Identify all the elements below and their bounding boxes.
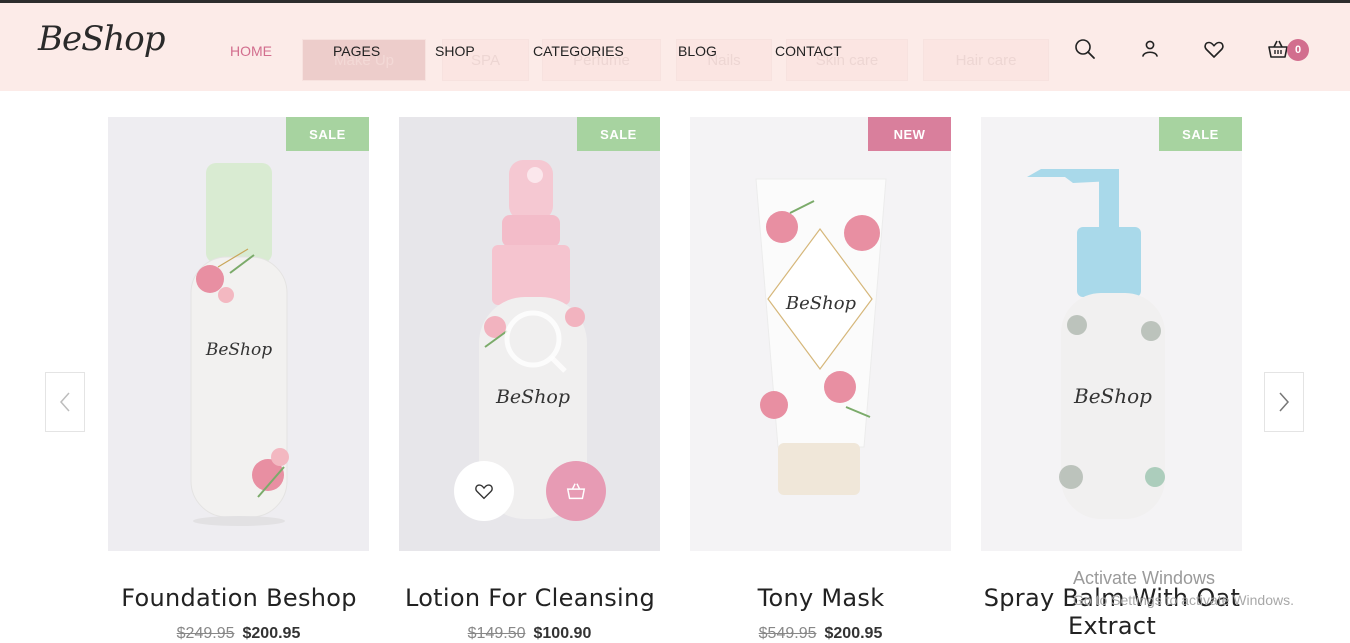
sale-badge: SALE	[286, 117, 369, 151]
product-price-lotion: $149.50 $100.90	[399, 625, 660, 643]
nav-home[interactable]: HOME	[230, 39, 272, 63]
product-price-foundation: $249.95 $200.95	[108, 625, 369, 643]
sale-badge: SALE	[577, 117, 660, 151]
activate-windows-subtitle: Go to Settings to activate Windows.	[1073, 592, 1294, 608]
nav-blog[interactable]: BLOG	[678, 39, 717, 63]
svg-text:BeShop: BeShop	[1073, 384, 1152, 408]
tony-mask-tube-image: BeShop	[755, 178, 887, 495]
product-image-lotion[interactable]: BeShop SALE	[399, 117, 660, 551]
product-price-tony-mask: $549.95 $200.95	[690, 625, 951, 643]
product-title-tony-mask[interactable]: Tony Mask	[656, 584, 986, 612]
nav-pages[interactable]: PAGES	[333, 39, 380, 63]
cart-count-badge[interactable]: 0	[1287, 39, 1309, 61]
current-price: $100.90	[533, 625, 592, 642]
heart-icon	[475, 484, 493, 500]
nav-contact[interactable]: CONTACT	[775, 39, 842, 63]
chevron-left-icon	[59, 392, 70, 412]
old-price: $149.50	[467, 625, 526, 642]
svg-text:BeShop: BeShop	[205, 340, 272, 360]
nav-categories[interactable]: CATEGORIES	[533, 39, 624, 63]
svg-text:BeShop: BeShop	[785, 293, 857, 314]
search-icon[interactable]	[1073, 37, 1097, 61]
sale-badge: SALE	[1159, 117, 1242, 151]
foundation-bottle-image: BeShop	[190, 163, 289, 526]
add-to-cart-button[interactable]	[546, 461, 606, 521]
site-header: BeShop Make Up SPA Perfume Nails Skin ca…	[0, 3, 1350, 91]
chevron-right-icon	[1279, 392, 1290, 412]
svg-text:BeShop: BeShop	[495, 386, 570, 408]
heart-icon[interactable]	[1202, 37, 1226, 61]
new-badge: NEW	[868, 117, 951, 151]
product-image-tony-mask[interactable]: BeShop NEW	[690, 117, 951, 551]
spray-balm-pump-image: BeShop	[1027, 169, 1165, 519]
product-title-lotion[interactable]: Lotion For Cleansing	[365, 584, 695, 612]
current-price: $200.95	[824, 625, 883, 642]
activate-windows-title: Activate Windows	[1073, 568, 1216, 588]
user-icon[interactable]	[1138, 37, 1162, 61]
nav-shop[interactable]: SHOP	[435, 39, 475, 63]
product-image-foundation[interactable]: BeShop SALE	[108, 117, 369, 551]
brand-logo[interactable]: BeShop	[38, 19, 166, 59]
product-title-foundation[interactable]: Foundation Beshop	[74, 584, 404, 612]
carousel-prev-button[interactable]	[45, 372, 85, 432]
product-image-spray-balm[interactable]: BeShop SALE	[981, 117, 1242, 551]
basket-icon	[566, 483, 586, 500]
lotion-spray-image: BeShop	[479, 160, 587, 519]
wishlist-button[interactable]	[454, 461, 514, 521]
old-price: $549.95	[758, 625, 817, 642]
current-price: $200.95	[242, 625, 301, 642]
carousel-next-button[interactable]	[1264, 372, 1304, 432]
old-price: $249.95	[176, 625, 235, 642]
filter-tab-haircare[interactable]: Hair care	[923, 39, 1049, 81]
